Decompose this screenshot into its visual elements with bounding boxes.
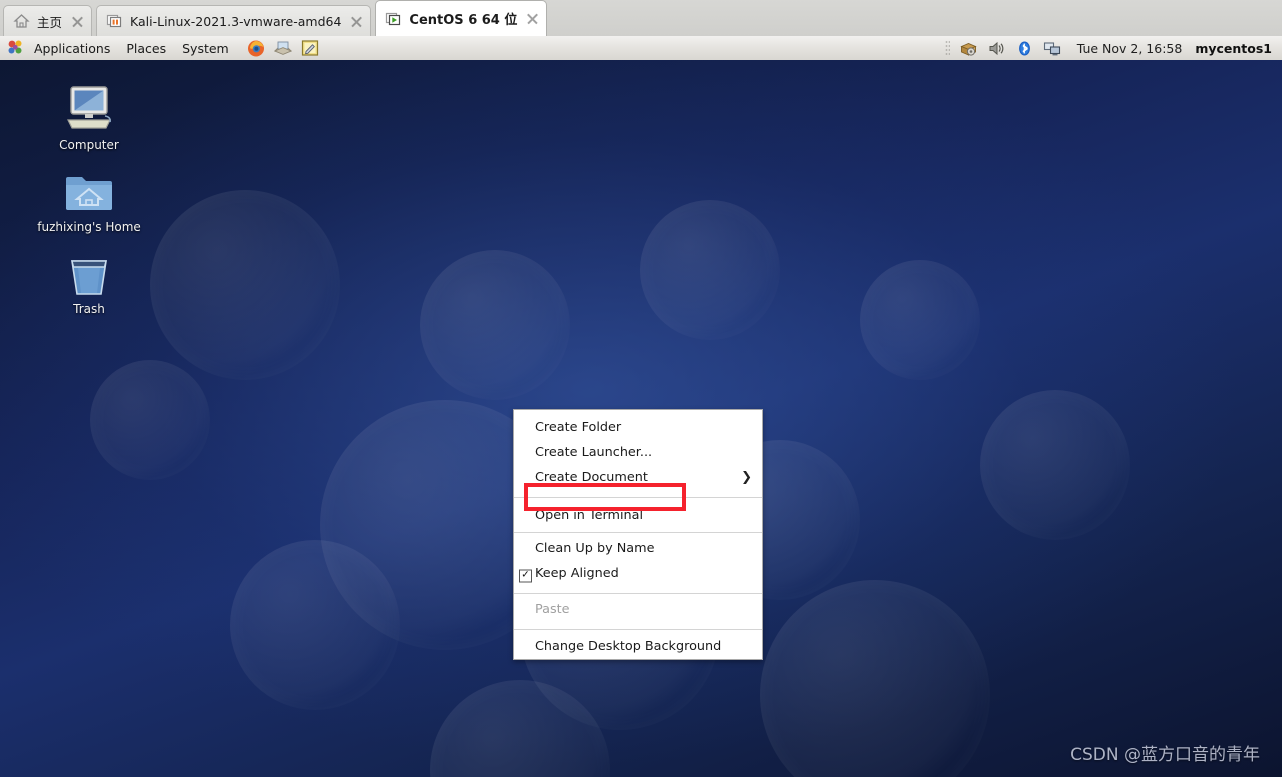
trash-icon bbox=[24, 242, 154, 298]
tab-centos-label: CentOS 6 64 位 bbox=[409, 13, 518, 28]
vm-suspended-icon bbox=[106, 13, 123, 29]
menu-separator bbox=[514, 593, 762, 594]
wallpaper-bubble bbox=[150, 190, 340, 380]
desktop-icon-trash[interactable]: Trash bbox=[24, 242, 154, 316]
wallpaper-bubble bbox=[980, 390, 1130, 540]
menu-item-label: Paste bbox=[535, 602, 570, 617]
close-icon[interactable] bbox=[349, 14, 364, 29]
menu-item-label: Create Launcher... bbox=[535, 445, 653, 460]
computer-icon bbox=[24, 78, 154, 134]
gedit-icon[interactable] bbox=[300, 38, 320, 58]
software-update-icon[interactable] bbox=[959, 39, 978, 58]
panel-system-tray: Tue Nov 2, 16:58 mycentos1 bbox=[944, 39, 1282, 58]
menu-separator bbox=[514, 497, 762, 498]
menu-item-label: Change Desktop Background bbox=[535, 638, 722, 654]
tab-centos[interactable]: CentOS 6 64 位 bbox=[375, 0, 548, 36]
network-icon[interactable] bbox=[1043, 39, 1062, 58]
wallpaper-bubble bbox=[230, 540, 400, 710]
menu-item-label: Keep Aligned bbox=[535, 566, 619, 581]
home-icon bbox=[13, 13, 30, 29]
close-icon[interactable] bbox=[525, 11, 540, 26]
menu-item-create-folder[interactable]: Create Folder bbox=[514, 410, 762, 441]
close-icon[interactable] bbox=[70, 14, 85, 29]
wallpaper-bubble bbox=[760, 580, 990, 777]
menu-item-keep-aligned[interactable]: ✓ Keep Aligned bbox=[514, 561, 762, 590]
tab-home[interactable]: 主页 bbox=[3, 5, 93, 36]
menu-system[interactable]: System bbox=[174, 39, 237, 58]
menu-item-open-in-terminal[interactable]: Open in Terminal bbox=[514, 501, 762, 529]
desktop-icon-label: Trash bbox=[73, 302, 105, 316]
menu-separator bbox=[514, 629, 762, 630]
checkbox-icon[interactable]: ✓ bbox=[519, 569, 532, 582]
menu-item-label: Create Folder bbox=[535, 420, 622, 435]
vmware-tab-strip: 主页 Kali-Linux-2021.3-vmware-amd64 CentOS… bbox=[0, 0, 1282, 37]
menu-item-clean-up-by-name[interactable]: Clean Up by Name bbox=[514, 536, 762, 561]
menu-item-label: Open in Terminal bbox=[535, 507, 644, 523]
menu-item-change-desktop-background[interactable]: Change Desktop Background bbox=[514, 633, 762, 659]
menu-separator bbox=[514, 532, 762, 533]
firefox-icon[interactable] bbox=[246, 38, 266, 58]
menu-places[interactable]: Places bbox=[118, 39, 174, 58]
desktop-icon-label: Computer bbox=[59, 138, 119, 152]
volume-icon[interactable] bbox=[987, 39, 1006, 58]
wallpaper-bubble bbox=[420, 250, 570, 400]
user-name[interactable]: mycentos1 bbox=[1195, 41, 1272, 56]
menu-applications[interactable]: Applications bbox=[26, 39, 118, 58]
tab-kali[interactable]: Kali-Linux-2021.3-vmware-amd64 bbox=[96, 5, 372, 36]
desktop-icon-computer[interactable]: Computer bbox=[24, 78, 154, 152]
tray-grip bbox=[944, 40, 950, 56]
evolution-mail-icon[interactable] bbox=[273, 38, 293, 58]
tab-kali-label: Kali-Linux-2021.3-vmware-amd64 bbox=[130, 13, 342, 29]
menu-item-label: Clean Up by Name bbox=[535, 541, 655, 556]
wallpaper-bubble bbox=[860, 260, 980, 380]
tab-home-label: 主页 bbox=[37, 14, 63, 30]
wallpaper-bubble bbox=[90, 360, 210, 480]
wallpaper-bubble bbox=[640, 200, 780, 340]
menu-item-create-launcher[interactable]: Create Launcher... bbox=[514, 441, 762, 464]
menu-item-create-document[interactable]: Create Document ❯ bbox=[514, 464, 762, 494]
gnome-top-panel: Applications Places System Tue Nov 2, 16… bbox=[0, 36, 1282, 61]
vm-running-icon bbox=[385, 11, 402, 27]
home-folder-icon bbox=[24, 160, 154, 216]
chevron-right-icon: ❯ bbox=[741, 469, 752, 485]
gnome-foot-icon bbox=[6, 38, 26, 58]
bluetooth-icon[interactable] bbox=[1015, 39, 1034, 58]
menu-item-label: Create Document bbox=[535, 469, 648, 485]
panel-launchers bbox=[246, 38, 320, 58]
desktop-icon-home[interactable]: fuzhixing's Home bbox=[24, 160, 154, 234]
desktop-icon-label: fuzhixing's Home bbox=[37, 220, 141, 234]
menu-item-paste: Paste bbox=[514, 597, 762, 626]
watermark: CSDN @蓝方口音的青年 bbox=[1070, 745, 1260, 765]
clock[interactable]: Tue Nov 2, 16:58 bbox=[1077, 41, 1183, 56]
desktop-context-menu[interactable]: Create Folder Create Launcher... Create … bbox=[513, 409, 763, 660]
